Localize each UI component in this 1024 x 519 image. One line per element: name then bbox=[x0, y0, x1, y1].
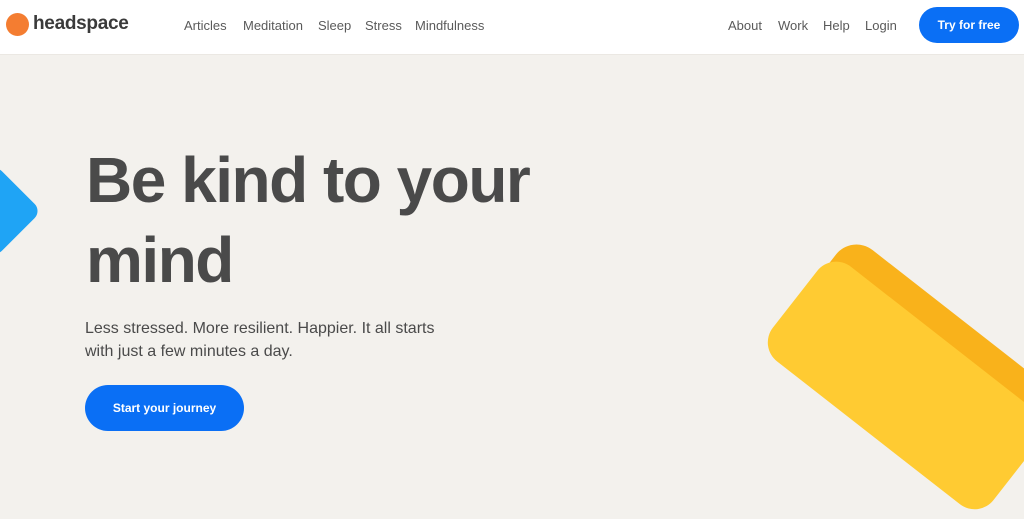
hero-title: Be kind to your mind bbox=[86, 144, 531, 296]
nav-link-login[interactable]: Login bbox=[865, 18, 897, 33]
hero-subtitle: Less stressed. More resilient. Happier. … bbox=[85, 320, 435, 360]
nav-link-articles[interactable]: Articles bbox=[184, 18, 227, 33]
decorative-blue-shape bbox=[0, 164, 42, 258]
top-navigation-bar: headspace Articles Meditation Sleep Stre… bbox=[0, 0, 1024, 55]
nav-link-work[interactable]: Work bbox=[778, 18, 808, 33]
nav-link-mindfulness[interactable]: Mindfulness bbox=[415, 18, 484, 33]
nav-link-sleep[interactable]: Sleep bbox=[318, 18, 351, 33]
nav-link-about[interactable]: About bbox=[728, 18, 762, 33]
brand-name[interactable]: headspace bbox=[33, 13, 129, 35]
start-your-journey-button[interactable]: Start your journey bbox=[85, 385, 244, 431]
nav-link-meditation[interactable]: Meditation bbox=[243, 18, 303, 33]
headspace-logo-icon[interactable] bbox=[6, 13, 29, 36]
nav-link-help[interactable]: Help bbox=[823, 18, 850, 33]
nav-link-stress[interactable]: Stress bbox=[365, 18, 402, 33]
try-for-free-button[interactable]: Try for free bbox=[919, 7, 1019, 43]
